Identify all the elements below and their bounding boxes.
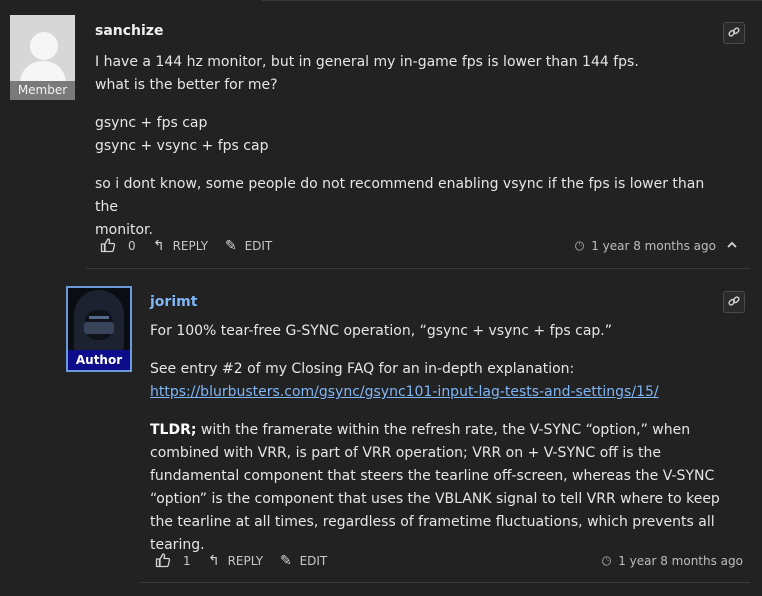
comment-paragraph: For 100% tear-free G-SYNC operation, “gs… [150,323,613,339]
comment-text-line: gsync + vsync + fps cap [95,138,269,154]
comment-paragraph: See entry #2 of my Closing FAQ for an in… [150,358,730,404]
comment-body: I have a 144 hz monitor, but in general … [95,51,715,257]
default-avatar-head [30,32,58,60]
comment-paragraph: so i dont know, some people do not recom… [95,173,715,242]
reply-arrow-icon: ↰ [208,553,220,569]
faq-link[interactable]: https://blurbusters.com/gsync/gsync101-i… [150,384,659,400]
link-icon[interactable] [723,291,745,313]
vote-count: 1 [183,554,191,568]
avatar[interactable]: Member [10,15,75,100]
comment-body: For 100% tear-free G-SYNC operation, “gs… [150,320,730,572]
edit-button[interactable]: ✎ EDIT [225,235,272,257]
member-badge: Member [10,81,75,100]
comment-paragraph: I have a 144 hz monitor, but in general … [95,51,715,97]
avatar[interactable]: Author [66,286,132,372]
reply-label: REPLY [227,554,264,568]
comment-reply: Author jorimt For 100% tear-free G-SYNC … [0,270,762,596]
comment-timestamp[interactable]: 🕒︎ 1 year 8 months ago [602,550,743,572]
link-icon[interactable] [723,22,745,44]
comment-text-line: See entry #2 of my Closing FAQ for an in… [150,361,575,377]
comment-divider [86,268,750,269]
clock-icon: 🕒︎ [574,239,585,253]
reply-label: REPLY [172,239,209,253]
thumbs-up-icon[interactable] [100,235,116,257]
author-badge: Author [68,350,130,370]
clock-icon: 🕒︎ [601,554,612,568]
comment-paragraph: gsync + fps cap gsync + vsync + fps cap [95,112,715,158]
chevron-up-icon[interactable] [726,235,738,257]
edit-label: EDIT [244,239,273,253]
comment-text-line: I have a 144 hz monitor, but in general … [95,54,639,70]
comment-paragraph: TLDR; with the framerate within the refr… [150,419,730,557]
pencil-icon: ✎ [225,238,237,254]
comment-divider [140,582,750,583]
timestamp-text: 1 year 8 months ago [591,239,716,253]
hooded-figure-eyes [89,316,109,319]
thumbs-up-icon[interactable] [155,550,171,572]
pencil-icon: ✎ [280,553,292,569]
comment-actions: 1 ↰ REPLY ✎ EDIT 🕒︎ 1 year 8 months ago [155,550,743,572]
comment-timestamp[interactable]: 🕒︎ 1 year 8 months ago [575,235,716,257]
reply-arrow-icon: ↰ [153,238,165,254]
reply-button[interactable]: ↰ REPLY [208,550,263,572]
comment-author-name[interactable]: jorimt [150,294,197,310]
comment: Member sanchize I have a 144 hz monitor,… [0,0,762,270]
hooded-figure-mask [84,322,114,334]
comment-text-line: gsync + fps cap [95,115,208,131]
edit-button[interactable]: ✎ EDIT [280,550,327,572]
edit-label: EDIT [299,554,328,568]
comment-author-name[interactable]: sanchize [95,23,163,39]
reply-button[interactable]: ↰ REPLY [153,235,208,257]
comment-text-line: so i dont know, some people do not recom… [95,176,705,215]
tldr-text: with the framerate within the refresh ra… [150,422,720,553]
vote-count: 0 [128,239,136,253]
comment-text-line: what is the better for me? [95,77,278,93]
tldr-label: TLDR; [150,422,197,438]
timestamp-text: 1 year 8 months ago [618,554,743,568]
comment-actions: 0 ↰ REPLY ✎ EDIT 🕒︎ 1 year 8 months ago [100,235,740,257]
